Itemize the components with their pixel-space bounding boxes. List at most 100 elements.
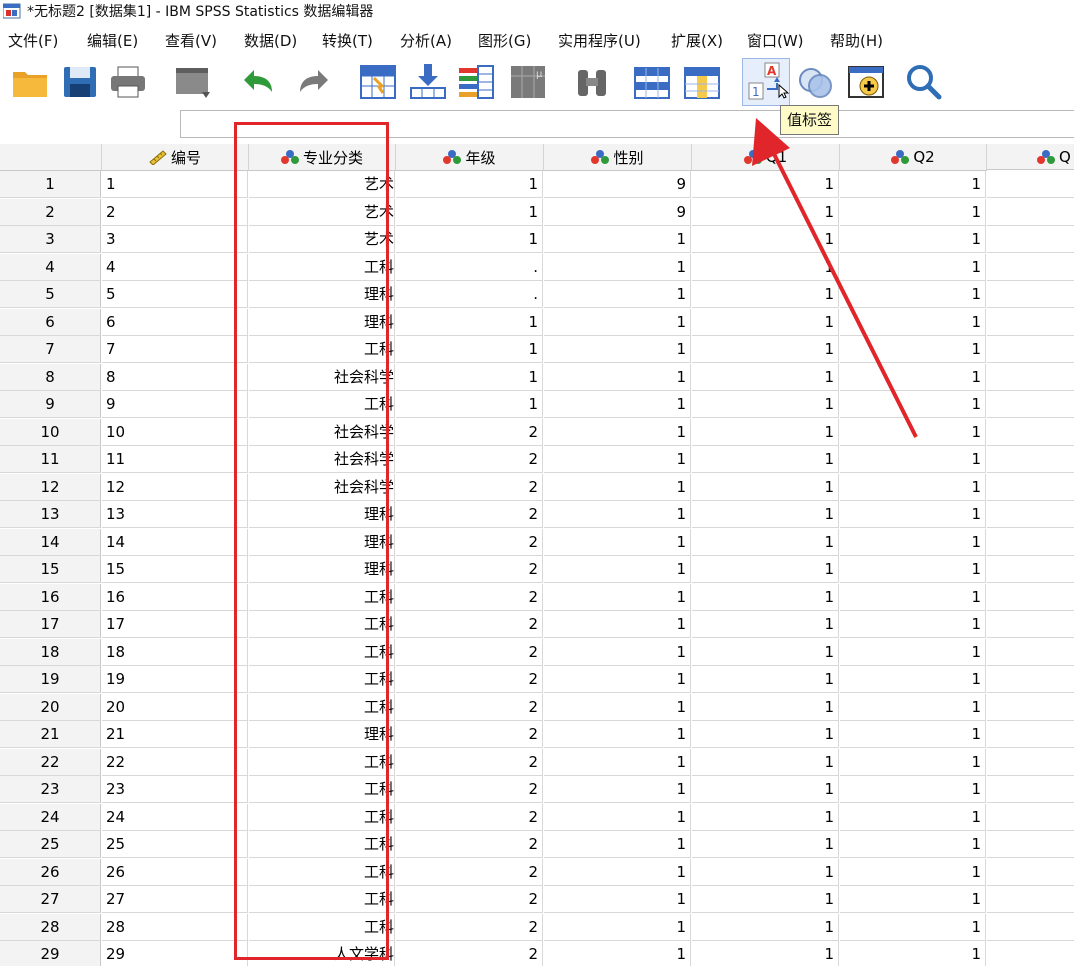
cell-id[interactable]: 26 bbox=[102, 858, 248, 886]
cell-q3[interactable] bbox=[987, 446, 1074, 473]
cell-q1[interactable]: 1 bbox=[692, 941, 839, 966]
row-number[interactable]: 21 bbox=[0, 721, 101, 748]
cell-q2[interactable]: 1 bbox=[840, 198, 986, 226]
cell-gender[interactable]: 1 bbox=[544, 886, 691, 913]
cell-gender[interactable]: 1 bbox=[544, 858, 691, 886]
cell-major[interactable]: 理科 bbox=[249, 556, 395, 583]
cell-id[interactable]: 12 bbox=[102, 473, 248, 501]
cell-q2[interactable]: 1 bbox=[840, 501, 986, 528]
cell-q2[interactable]: 1 bbox=[840, 831, 986, 858]
cell-id[interactable]: 21 bbox=[102, 721, 248, 748]
cell-q3[interactable] bbox=[987, 474, 1074, 501]
cell-q3[interactable] bbox=[987, 611, 1074, 638]
cell-q1[interactable]: 1 bbox=[692, 253, 839, 281]
row-number[interactable]: 28 bbox=[0, 913, 101, 941]
cell-gender[interactable]: 9 bbox=[544, 198, 691, 226]
cell-major[interactable]: 工科 bbox=[249, 748, 395, 776]
cell-id[interactable]: 9 bbox=[102, 391, 248, 418]
cell-q1[interactable]: 1 bbox=[692, 913, 839, 941]
cell-q3[interactable] bbox=[987, 281, 1074, 308]
cell-q1[interactable]: 1 bbox=[692, 776, 839, 803]
cell-q3[interactable] bbox=[987, 584, 1074, 611]
column-header-gender[interactable]: 性别 bbox=[544, 144, 692, 171]
cell-q3[interactable] bbox=[987, 419, 1074, 446]
cell-gender[interactable]: 1 bbox=[544, 363, 691, 391]
row-number[interactable]: 25 bbox=[0, 831, 101, 858]
cell-q3[interactable] bbox=[987, 171, 1074, 198]
cell-id[interactable]: 13 bbox=[102, 501, 248, 528]
cell-grade[interactable]: 1 bbox=[396, 391, 543, 418]
column-header-q1[interactable]: Q1 bbox=[692, 144, 840, 171]
cell-major[interactable]: 艺术 bbox=[249, 226, 395, 253]
cell-gender[interactable]: 1 bbox=[544, 528, 691, 556]
open-folder-icon[interactable] bbox=[10, 62, 50, 102]
cell-grade[interactable]: 2 bbox=[396, 556, 543, 583]
cell-grade[interactable]: 2 bbox=[396, 803, 543, 831]
menu-file[interactable]: 文件(F) bbox=[8, 30, 58, 51]
cell-id[interactable]: 22 bbox=[102, 748, 248, 776]
cell-q3[interactable] bbox=[987, 336, 1074, 363]
cell-grade[interactable]: 1 bbox=[396, 363, 543, 391]
cell-q1[interactable]: 1 bbox=[692, 693, 839, 721]
cell-q2[interactable]: 1 bbox=[840, 253, 986, 281]
cell-q1[interactable]: 1 bbox=[692, 363, 839, 391]
cell-q1[interactable]: 1 bbox=[692, 501, 839, 528]
cell-major[interactable]: 工科 bbox=[249, 253, 395, 281]
cell-gender[interactable]: 1 bbox=[544, 913, 691, 941]
cell-major[interactable]: 工科 bbox=[249, 858, 395, 886]
cell-major[interactable]: 理科 bbox=[249, 501, 395, 528]
cell-q2[interactable]: 1 bbox=[840, 913, 986, 941]
cell-q3[interactable] bbox=[987, 749, 1074, 776]
search-icon[interactable] bbox=[904, 62, 944, 102]
cell-grade[interactable]: 1 bbox=[396, 336, 543, 363]
cell-q3[interactable] bbox=[987, 666, 1074, 693]
cell-q1[interactable]: 1 bbox=[692, 446, 839, 473]
cell-gender[interactable]: 1 bbox=[544, 776, 691, 803]
cell-gender[interactable]: 1 bbox=[544, 556, 691, 583]
cell-q1[interactable]: 1 bbox=[692, 803, 839, 831]
cell-q1[interactable]: 1 bbox=[692, 473, 839, 501]
cell-major[interactable]: 工科 bbox=[249, 638, 395, 666]
cell-q3[interactable] bbox=[987, 391, 1074, 418]
cell-gender[interactable]: 1 bbox=[544, 803, 691, 831]
row-number[interactable]: 14 bbox=[0, 528, 101, 556]
redo-icon[interactable] bbox=[294, 62, 334, 102]
row-number[interactable]: 1 bbox=[0, 171, 101, 198]
cell-q1[interactable]: 1 bbox=[692, 886, 839, 913]
cell-q2[interactable]: 1 bbox=[840, 583, 986, 611]
cell-grade[interactable]: 2 bbox=[396, 748, 543, 776]
column-header-id[interactable]: 编号 bbox=[102, 144, 249, 171]
menu-transform[interactable]: 转换(T) bbox=[322, 30, 373, 51]
cell-major[interactable]: 工科 bbox=[249, 336, 395, 363]
cell-q3[interactable] bbox=[987, 556, 1074, 583]
save-icon[interactable] bbox=[60, 62, 100, 102]
cell-q1[interactable]: 1 bbox=[692, 336, 839, 363]
cell-q3[interactable] bbox=[987, 886, 1074, 913]
cell-q2[interactable]: 1 bbox=[840, 803, 986, 831]
row-number[interactable]: 26 bbox=[0, 858, 101, 886]
cell-major[interactable]: 工科 bbox=[249, 666, 395, 693]
cell-id[interactable]: 3 bbox=[102, 226, 248, 253]
row-number[interactable]: 15 bbox=[0, 556, 101, 583]
cell-id[interactable]: 29 bbox=[102, 941, 248, 966]
row-number[interactable]: 13 bbox=[0, 501, 101, 528]
cell-q3[interactable] bbox=[987, 859, 1074, 886]
insert-variable-icon[interactable] bbox=[682, 62, 722, 102]
cell-grade[interactable]: 2 bbox=[396, 666, 543, 693]
cell-major[interactable]: 艺术 bbox=[249, 198, 395, 226]
row-number[interactable]: 23 bbox=[0, 776, 101, 803]
cell-major[interactable]: 艺术 bbox=[249, 171, 395, 198]
run-descriptives-icon[interactable]: μ bbox=[508, 62, 548, 102]
menu-window[interactable]: 窗口(W) bbox=[747, 30, 804, 51]
cell-grade[interactable]: 2 bbox=[396, 913, 543, 941]
cell-major[interactable]: 社会科学 bbox=[249, 418, 395, 446]
cell-grade[interactable]: 1 bbox=[396, 308, 543, 336]
cell-grade[interactable]: 2 bbox=[396, 611, 543, 638]
cell-q2[interactable]: 1 bbox=[840, 528, 986, 556]
cell-q2[interactable]: 1 bbox=[840, 418, 986, 446]
cell-q2[interactable]: 1 bbox=[840, 308, 986, 336]
cell-grade[interactable]: 2 bbox=[396, 638, 543, 666]
cell-q1[interactable]: 1 bbox=[692, 611, 839, 638]
cell-q2[interactable]: 1 bbox=[840, 473, 986, 501]
cell-grade[interactable]: 2 bbox=[396, 858, 543, 886]
